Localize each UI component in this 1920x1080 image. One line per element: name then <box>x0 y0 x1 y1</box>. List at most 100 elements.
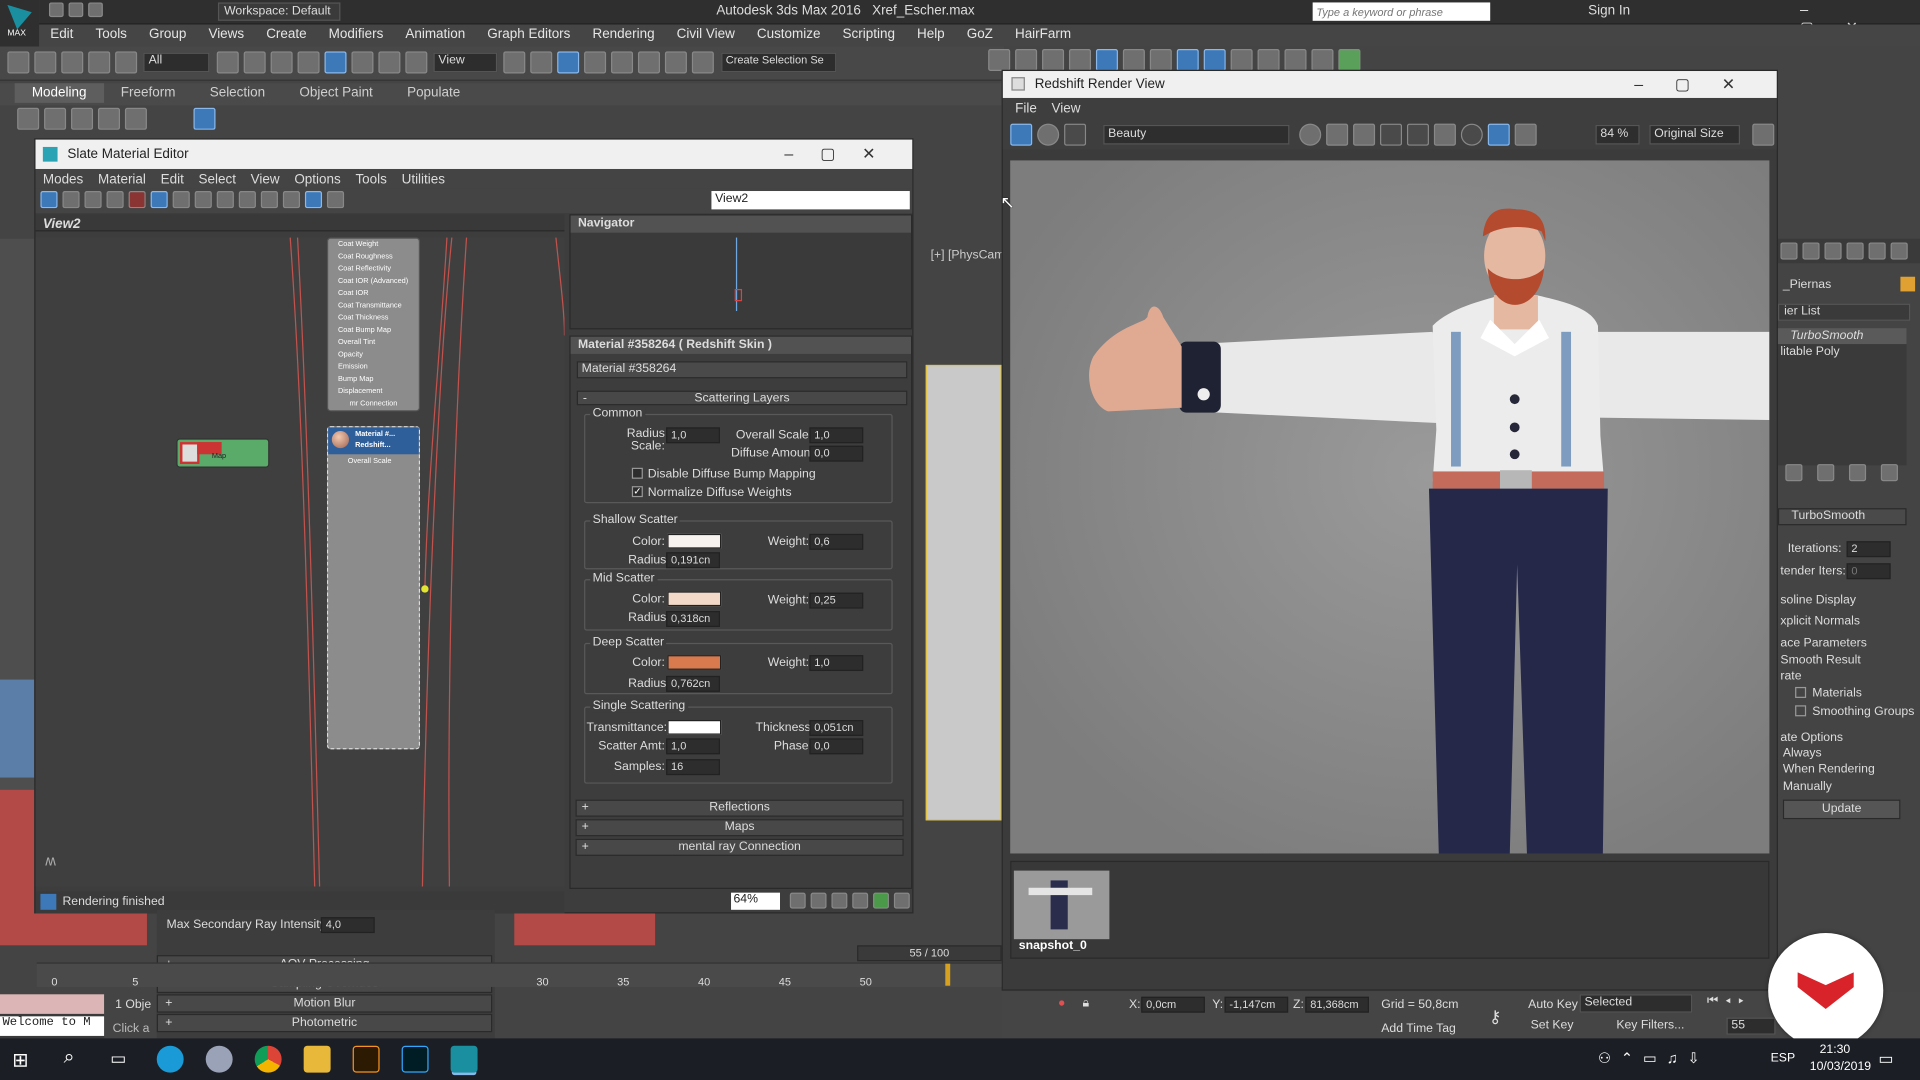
layout-icon[interactable] <box>238 190 256 208</box>
window-crossing-icon[interactable] <box>297 51 320 74</box>
ribbon-icon[interactable] <box>1068 48 1092 72</box>
material-node-top[interactable]: Coat Weight Coat Roughness Coat Reflectivi… <box>326 237 421 412</box>
spinner-snap-icon[interactable] <box>665 51 688 74</box>
3dsmax-logo[interactable]: MAX <box>0 0 40 47</box>
node-slot[interactable]: Coat Roughness <box>328 251 419 263</box>
poly-tool-6-icon[interactable] <box>193 107 216 130</box>
render-setup-icon[interactable] <box>1176 48 1199 72</box>
teapot-icon[interactable] <box>1257 48 1280 72</box>
poly-tool-icon[interactable] <box>17 107 40 130</box>
render-menu-file[interactable]: File <box>1008 98 1044 120</box>
tab-populate[interactable]: Populate <box>390 83 477 103</box>
make-unique-icon[interactable] <box>1848 463 1867 482</box>
key-icon[interactable]: ⚷ <box>1489 1007 1502 1028</box>
diffuse-amount-spinner[interactable]: 0,0 <box>809 445 864 462</box>
menu-help[interactable]: Help <box>906 24 956 44</box>
pin-stack-icon[interactable] <box>1785 463 1803 482</box>
tab-modeling[interactable]: Modeling <box>14 83 104 103</box>
illustrator-icon[interactable] <box>352 1045 380 1073</box>
ref-coord-dropdown[interactable]: View <box>433 52 498 73</box>
menu-goz[interactable]: GoZ <box>956 24 1004 44</box>
node-slot[interactable]: mr Connection <box>328 398 419 410</box>
language-indicator[interactable]: ESP <box>1771 1052 1796 1065</box>
create-tab-icon[interactable] <box>1780 242 1798 260</box>
node-slot[interactable]: Coat Bump Map <box>328 324 419 336</box>
layout-children-icon[interactable] <box>260 190 278 208</box>
settings-gear-icon[interactable] <box>1752 123 1775 146</box>
zoom-region-icon[interactable] <box>831 893 848 909</box>
lock-selection-icon[interactable]: 🔒︎ <box>1082 997 1089 1010</box>
pick-material-icon[interactable] <box>62 190 80 208</box>
scale-icon[interactable] <box>377 51 401 74</box>
motion-blur-rollout[interactable]: + Motion Blur <box>156 994 493 1013</box>
zoom-dropdown[interactable]: 64% <box>731 892 781 910</box>
transmittance-swatch[interactable] <box>667 720 722 735</box>
put-material-icon[interactable] <box>84 190 102 208</box>
material-map-nav-icon[interactable] <box>282 190 301 208</box>
turbosmooth-rollout[interactable]: TurboSmooth <box>1777 508 1907 526</box>
poly-tool-2-icon[interactable] <box>44 107 67 130</box>
pivot-icon[interactable] <box>503 51 526 74</box>
tab-selection[interactable]: Selection <box>193 83 283 103</box>
hierarchy-tab-icon[interactable] <box>1824 242 1842 260</box>
slate-window-controls[interactable]: –▢✕ <box>784 140 902 169</box>
layer-icon[interactable] <box>1042 48 1065 72</box>
modify-tab-icon[interactable] <box>1802 242 1820 260</box>
scattering-layers-rollout[interactable]: - Scattering Layers <box>576 390 908 406</box>
poly-tool-4-icon[interactable] <box>97 107 121 130</box>
selected-dropdown[interactable]: Selected <box>1579 994 1693 1013</box>
selection-filter-dropdown[interactable]: All <box>143 52 210 73</box>
render-frame-icon[interactable] <box>1010 123 1033 146</box>
node-slot[interactable]: Overall Tint <box>328 337 419 349</box>
stack-item-editable-poly[interactable]: litable Poly <box>1778 344 1907 360</box>
render-iters-spinner[interactable]: 0 <box>1846 563 1891 580</box>
pin-icon[interactable]: ● <box>1058 997 1065 1010</box>
render-iterative-icon[interactable] <box>1311 48 1334 72</box>
display-tab-icon[interactable] <box>1868 242 1886 260</box>
hide-slots-icon[interactable] <box>172 190 190 208</box>
viewport-bottom-mid[interactable] <box>514 913 656 946</box>
a360-icon[interactable] <box>1338 48 1361 72</box>
view-select-dropdown[interactable]: View2 <box>711 191 910 210</box>
selection-set-dropdown[interactable]: Create Selection Se <box>720 52 836 73</box>
undo-icon[interactable] <box>7 51 30 74</box>
move-icon[interactable] <box>324 51 347 74</box>
bucket-icon[interactable] <box>1487 123 1510 146</box>
curve-editor-icon[interactable] <box>1095 48 1118 72</box>
place-icon[interactable] <box>404 51 427 74</box>
playback-controls[interactable]: ⏮◂▸ <box>1707 994 1751 1007</box>
tab-freeform[interactable]: Freeform <box>104 83 193 103</box>
menu-customize[interactable]: Customize <box>746 24 832 44</box>
menu-civil-view[interactable]: Civil View <box>666 24 746 44</box>
render-canvas[interactable] <box>1010 160 1770 854</box>
clock-date[interactable]: 10/03/2019 <box>1810 1060 1871 1073</box>
zoom-icon[interactable] <box>810 893 827 909</box>
timeslider[interactable]: 55 / 100 <box>857 945 1002 962</box>
windows-start-icon[interactable]: ⊞ <box>12 1048 28 1072</box>
menu-views[interactable]: Views <box>197 24 255 44</box>
snapshot-thumb[interactable] <box>1013 870 1110 940</box>
auto-key-button[interactable]: Auto Key <box>1528 998 1578 1011</box>
time-cursor[interactable] <box>945 963 951 986</box>
menu-animation[interactable]: Animation <box>394 24 476 44</box>
freeze-icon[interactable] <box>1433 123 1456 146</box>
samples-spinner[interactable]: 16 <box>666 759 721 776</box>
thickness-spinner[interactable]: 0,051cn <box>809 720 864 736</box>
app-cloud-icon[interactable] <box>205 1045 233 1073</box>
select-by-name-icon[interactable] <box>243 51 266 74</box>
update-button[interactable]: Update <box>1782 799 1901 820</box>
explicit-normals-option[interactable]: xplicit Normals <box>1780 615 1860 628</box>
mid-color-swatch[interactable] <box>667 591 722 607</box>
snowflake-icon[interactable] <box>1406 123 1429 146</box>
menu-group[interactable]: Group <box>138 24 197 44</box>
unlink-icon[interactable] <box>88 51 111 74</box>
coord-y-field[interactable]: -1,147cm <box>1224 996 1289 1013</box>
clock-time[interactable]: 21:30 <box>1820 1043 1851 1056</box>
select-by-material-icon[interactable] <box>326 190 345 208</box>
slate-titlebar[interactable]: Slate Material Editor –▢✕ <box>35 139 913 169</box>
node-slot[interactable]: Bump Map <box>328 373 419 385</box>
node-view[interactable]: Coat Weight Coat Roughness Coat Reflectivi… <box>35 237 565 887</box>
assign-material-icon[interactable] <box>106 190 124 208</box>
node-slot[interactable]: Coat IOR <box>328 288 419 300</box>
menu-modifiers[interactable]: Modifiers <box>318 24 395 44</box>
